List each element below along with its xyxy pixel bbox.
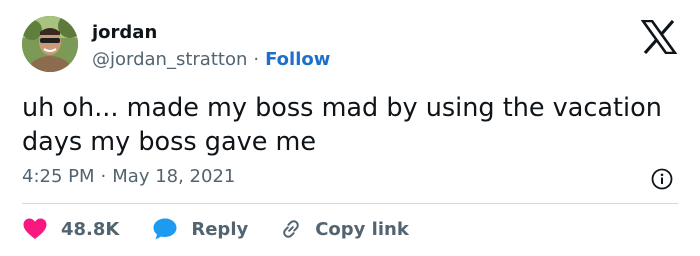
author-name[interactable]: jordan <box>92 22 157 44</box>
avatar[interactable] <box>22 16 78 72</box>
copy-link-label: Copy link <box>315 218 409 240</box>
reply-label: Reply <box>191 218 249 240</box>
timestamp-separator: · <box>100 166 107 187</box>
tweet-actions: 48.8K Reply Copy link <box>22 217 409 241</box>
divider <box>22 203 678 204</box>
copy-link-button[interactable]: Copy link <box>279 217 409 241</box>
author-handle-row: @jordan_stratton · Follow <box>92 49 330 71</box>
reply-button[interactable]: Reply <box>152 217 248 241</box>
info-icon[interactable] <box>651 168 673 190</box>
tweet-timestamp[interactable]: 4:25 PM · May 18, 2021 <box>22 166 235 188</box>
tweet-date[interactable]: May 18, 2021 <box>112 166 235 187</box>
like-button[interactable]: 48.8K <box>22 217 119 241</box>
heart-icon <box>22 217 48 241</box>
like-count: 48.8K <box>61 218 120 240</box>
tweet-time[interactable]: 4:25 PM <box>22 166 95 187</box>
follow-button[interactable]: Follow <box>265 49 330 70</box>
author-handle[interactable]: @jordan_stratton <box>92 49 247 70</box>
speech-bubble-icon <box>152 217 178 241</box>
link-icon <box>279 217 303 241</box>
handle-separator: · <box>253 49 260 70</box>
tweet-text: uh oh... made my boss mad by using the v… <box>22 93 662 157</box>
x-logo-icon[interactable] <box>640 19 678 55</box>
